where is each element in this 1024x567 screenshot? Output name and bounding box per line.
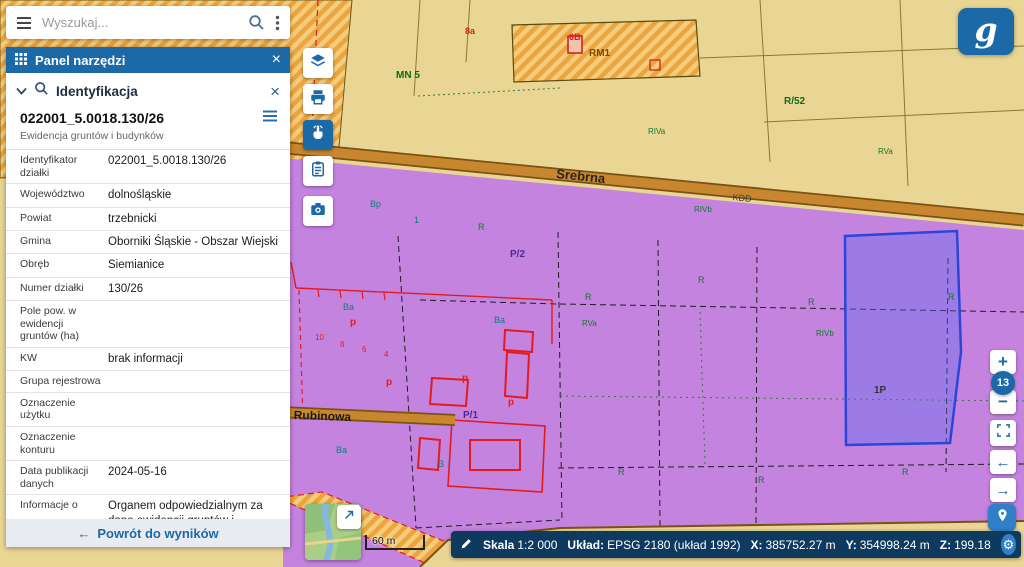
info-row-value — [108, 397, 280, 422]
logo-letter: g — [974, 13, 997, 46]
info-row-label: Gmina — [20, 235, 108, 249]
info-row-label: Województwo — [20, 188, 108, 202]
info-row-value: trzebnicki — [108, 212, 280, 226]
tools-panel: Panel narzędzi × Identyfikacja × 022001_… — [6, 47, 290, 547]
layers-icon — [309, 52, 327, 75]
info-row-label: Obręb — [20, 258, 108, 272]
section-close-icon[interactable]: × — [270, 83, 280, 100]
info-row-value — [108, 375, 280, 388]
info-row-label: Informacje o — [20, 499, 108, 519]
result-title-row: 022001_5.0018.130/26 — [6, 107, 290, 127]
print-icon — [309, 88, 327, 111]
arrow-left-icon: ← — [996, 454, 1011, 471]
info-row: KWbrak informacji — [6, 348, 290, 371]
info-row-label: Data publikacji danych — [20, 465, 108, 490]
info-row-value: 130/26 — [108, 282, 280, 296]
poi-button[interactable] — [988, 504, 1016, 531]
fullscreen-button[interactable] — [990, 420, 1016, 446]
info-row: Oznaczenie użytku — [6, 393, 290, 427]
info-row-label: Oznaczenie użytku — [20, 397, 108, 422]
info-row: Identyfikator działki022001_5.0018.130/2… — [6, 150, 290, 184]
info-row-value: 022001_5.0018.130/26 — [108, 154, 280, 179]
minimap-expand-button[interactable] — [337, 505, 361, 529]
settings-gear-button[interactable]: ⚙ — [1001, 534, 1016, 555]
info-row: Pole pow. w ewidencji gruntów (ha) — [6, 301, 290, 348]
layers-button[interactable] — [303, 48, 333, 78]
next-extent-button[interactable]: → — [990, 478, 1016, 502]
hand-pointer-icon — [309, 124, 327, 147]
y-coordinate: Y:354998.24 m — [846, 538, 930, 552]
info-row: ObrębSiemianice — [6, 254, 290, 277]
info-row: Numer działki130/26 — [6, 278, 290, 301]
geoportal-logo[interactable]: g — [958, 8, 1014, 55]
search-bar — [6, 6, 290, 39]
grid-icon — [15, 53, 27, 68]
camera-icon — [309, 200, 327, 223]
chevron-down-icon[interactable] — [16, 82, 27, 100]
info-row: Grupa rejestrowa — [6, 371, 290, 393]
info-row: Oznaczenie konturu — [6, 427, 290, 461]
more-options-icon[interactable] — [273, 13, 282, 33]
map-pin-icon — [995, 508, 1010, 528]
info-row-value: Siemianice — [108, 258, 280, 272]
identify-section-header: Identyfikacja × — [6, 73, 290, 107]
minus-icon: − — [998, 392, 1008, 412]
result-id: 022001_5.0018.130/26 — [20, 110, 262, 126]
back-to-results-button[interactable]: ← Powrót do wyników — [6, 519, 290, 547]
info-row: Data publikacji danych2024-05-16 — [6, 461, 290, 495]
arrow-right-icon: → — [996, 482, 1011, 499]
back-button-label: Powrót do wyników — [97, 526, 218, 541]
plus-icon: + — [998, 352, 1008, 372]
search-input[interactable] — [40, 14, 240, 31]
result-subtitle: Ewidencja gruntów i budynków — [6, 127, 290, 150]
zoom-level-badge: 13 — [991, 371, 1015, 395]
scale-readout: Skala1:2 000 — [483, 538, 557, 552]
geoportal-app: SrebrnaRubinowaKDDMN 5RM1R/528a6BP/2P/11… — [0, 0, 1024, 567]
results-list-button[interactable] — [303, 156, 333, 186]
menu-icon[interactable] — [14, 14, 34, 32]
info-row-label: Numer działki — [20, 282, 108, 296]
expand-arrow-icon — [342, 508, 356, 527]
gear-icon: ⚙ — [1003, 537, 1015, 553]
info-row-label: Identyfikator działki — [20, 154, 108, 179]
info-row: GminaOborniki Śląskie - Obszar Wiejski — [6, 231, 290, 254]
info-row-label: Powiat — [20, 212, 108, 226]
info-row-value: 2024-05-16 — [108, 465, 280, 490]
info-row-value: Organem odpowiedzialnym za dane ewidencj… — [108, 499, 280, 519]
attribute-table: Identyfikator działki022001_5.0018.130/2… — [6, 150, 290, 519]
section-title: Identyfikacja — [56, 84, 263, 99]
print-button[interactable] — [303, 84, 333, 114]
map-scalebar: 60 m — [365, 535, 425, 550]
info-row: Województwodolnośląskie — [6, 184, 290, 207]
info-row-value — [108, 431, 280, 456]
info-row: Informacje oOrganem odpowiedzialnym za d… — [6, 495, 290, 519]
info-row-value: brak informacji — [108, 352, 280, 366]
info-row: Powiattrzebnicki — [6, 208, 290, 231]
panel-title: Panel narzędzi — [35, 53, 125, 68]
result-menu-icon[interactable] — [262, 109, 278, 127]
panel-close-icon[interactable]: × — [272, 52, 281, 68]
status-bar: Skala1:2 000 Układ:EPSG 2180 (układ 1992… — [451, 531, 1021, 558]
previous-extent-button[interactable]: ← — [990, 450, 1016, 474]
info-row-value: dolnośląskie — [108, 188, 280, 202]
info-row-label: Oznaczenie konturu — [20, 431, 108, 456]
back-arrow-icon: ← — [77, 526, 90, 541]
panel-body: Identyfikacja × 022001_5.0018.130/26 Ewi… — [6, 73, 290, 519]
identify-icon — [34, 81, 49, 101]
info-row-value: Oborniki Śląskie - Obszar Wiejski — [108, 235, 280, 249]
fullscreen-icon — [996, 423, 1011, 443]
x-coordinate: X:385752.27 m — [751, 538, 836, 552]
z-coordinate: Z:199.18 — [940, 538, 991, 552]
info-row-label: KW — [20, 352, 108, 366]
panel-header: Panel narzędzi × — [6, 47, 290, 73]
clipboard-icon — [309, 160, 327, 183]
search-icon[interactable] — [246, 12, 267, 33]
info-row-value — [108, 305, 280, 343]
screenshot-button[interactable] — [303, 196, 333, 226]
edit-scale-icon[interactable] — [460, 537, 473, 553]
info-row-label: Grupa rejestrowa — [20, 375, 108, 388]
info-row-label: Pole pow. w ewidencji gruntów (ha) — [20, 305, 108, 343]
crs-readout: Układ:EPSG 2180 (układ 1992) — [567, 538, 740, 552]
identify-tool-button[interactable] — [303, 120, 333, 150]
